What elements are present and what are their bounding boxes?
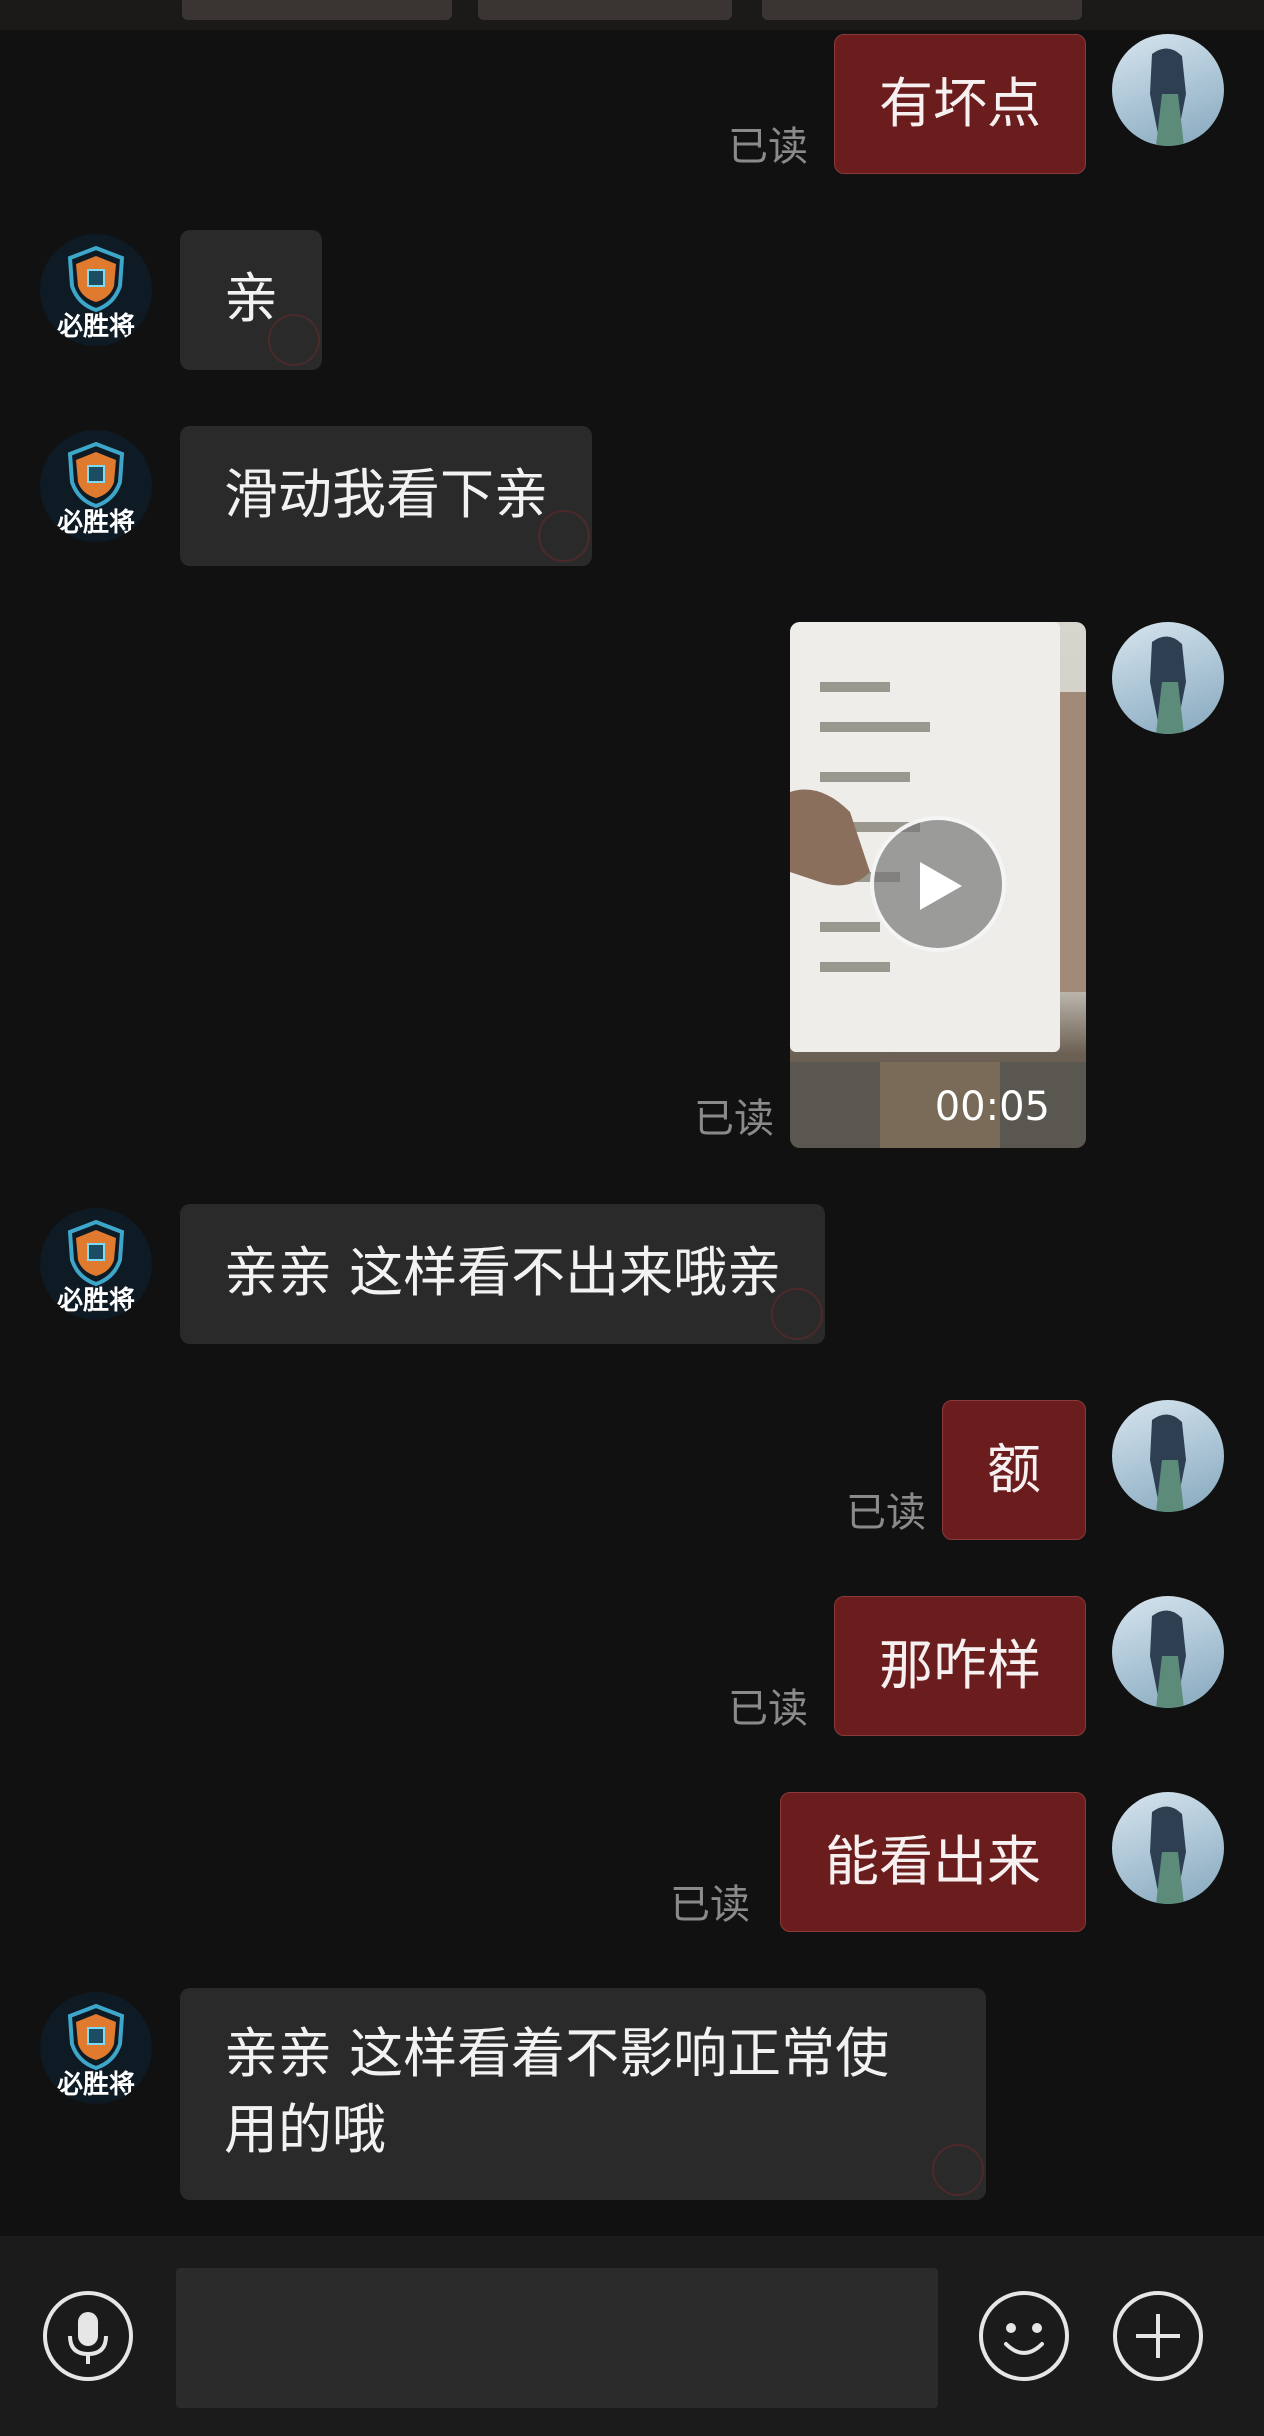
message-text: 滑动我看下亲 — [224, 463, 548, 526]
quick-reply-chip[interactable] — [182, 0, 452, 20]
read-receipt: 已读 — [846, 1490, 926, 1536]
message-bubble[interactable]: 滑动我看下亲 — [180, 426, 592, 566]
watermark-icon — [771, 1288, 824, 1340]
watermark-icon — [932, 2144, 984, 2196]
read-receipt: 已读 — [728, 124, 808, 170]
message-row: 已读 能看出来 — [0, 1792, 1264, 1932]
shop-avatar[interactable]: 必胜将 — [40, 1992, 152, 2104]
shop-avatar-label: 必胜将 — [56, 312, 135, 342]
quick-reply-chip[interactable] — [762, 0, 1082, 20]
message-bubble[interactable]: 那咋样 — [834, 1596, 1086, 1736]
watermark-icon — [538, 510, 590, 562]
message-row: 已读 额 — [0, 1400, 1264, 1540]
read-receipt: 已读 — [694, 1096, 774, 1142]
message-row: 必胜将 滑动我看下亲 — [0, 426, 1264, 566]
plus-icon — [1113, 2291, 1203, 2381]
voice-button[interactable] — [42, 2290, 134, 2382]
message-bubble[interactable]: 亲亲 这样看着不影响正常使用的哦 — [180, 1988, 986, 2200]
message-text: 亲 — [224, 267, 278, 330]
video-message[interactable]: 00:05 — [790, 622, 1086, 1148]
smiley-icon — [979, 2291, 1069, 2381]
message-bubble[interactable]: 有坏点 — [834, 34, 1086, 174]
user-avatar[interactable] — [1112, 34, 1224, 146]
top-strip — [0, 0, 1264, 30]
message-row: 必胜将 亲亲 这样看不出来哦亲 — [0, 1204, 1264, 1344]
user-avatar[interactable] — [1112, 622, 1224, 734]
message-input[interactable] — [176, 2268, 938, 2408]
microphone-icon — [43, 2291, 133, 2381]
shop-avatar-label: 必胜将 — [56, 508, 135, 538]
video-duration: 00:05 — [934, 1084, 1050, 1130]
message-row: 已读 00:05 — [0, 622, 1264, 1148]
user-avatar[interactable] — [1112, 1400, 1224, 1512]
user-avatar[interactable] — [1112, 1596, 1224, 1708]
message-bubble[interactable]: 亲 — [180, 230, 322, 370]
message-text: 亲亲 这样看不出来哦亲 — [224, 1241, 782, 1304]
shop-avatar-label: 必胜将 — [56, 1286, 135, 1316]
read-receipt: 已读 — [728, 1686, 808, 1732]
message-bubble[interactable]: 能看出来 — [780, 1792, 1086, 1932]
play-button[interactable] — [870, 816, 1006, 952]
message-row: 已读 有坏点 — [0, 34, 1264, 174]
emoji-button[interactable] — [978, 2290, 1070, 2382]
watermark-icon — [268, 314, 320, 366]
message-bubble[interactable]: 亲亲 这样看不出来哦亲 — [180, 1204, 826, 1344]
message-bubble[interactable]: 额 — [942, 1400, 1086, 1540]
message-row: 必胜将 亲 — [0, 230, 1264, 370]
shop-avatar-label: 必胜将 — [56, 2070, 135, 2100]
more-button[interactable] — [1112, 2290, 1204, 2382]
message-row: 必胜将 亲亲 这样看着不影响正常使用的哦 — [0, 1988, 1264, 2200]
play-icon — [920, 862, 962, 910]
shop-avatar[interactable]: 必胜将 — [40, 234, 152, 346]
read-receipt: 已读 — [670, 1882, 750, 1928]
quick-reply-chip[interactable] — [478, 0, 732, 20]
shop-avatar[interactable]: 必胜将 — [40, 1208, 152, 1320]
user-avatar[interactable] — [1112, 1792, 1224, 1904]
message-text: 亲亲 这样看着不影响正常使用的哦 — [224, 2022, 890, 2161]
shop-avatar[interactable]: 必胜将 — [40, 430, 152, 542]
message-row: 已读 那咋样 — [0, 1596, 1264, 1736]
